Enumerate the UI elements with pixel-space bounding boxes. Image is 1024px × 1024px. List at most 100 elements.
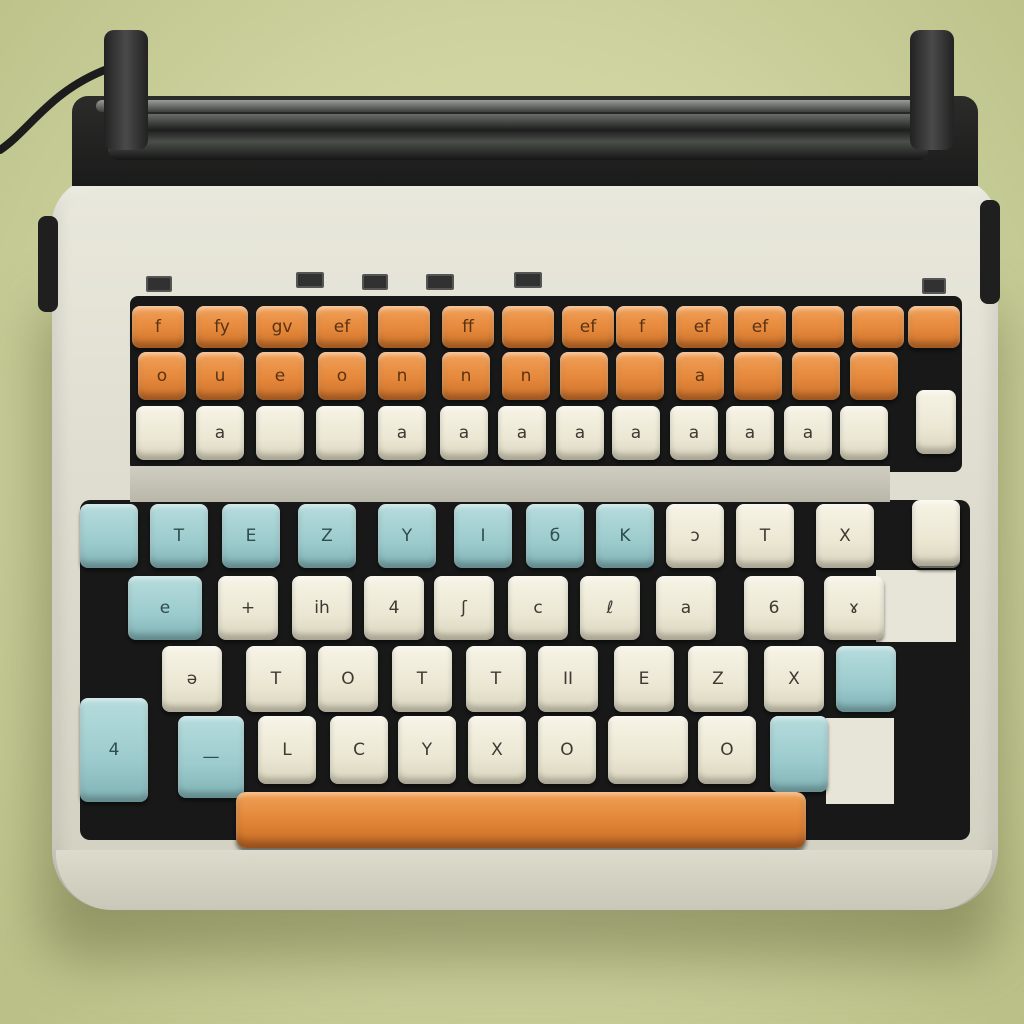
front-lip — [56, 850, 992, 910]
key-row3-10[interactable]: a — [726, 406, 774, 460]
key-row6-9[interactable] — [836, 646, 896, 712]
key-row6-1[interactable]: T — [246, 646, 306, 712]
key-row1-13[interactable] — [908, 306, 960, 348]
key-row2-0[interactable]: o — [138, 352, 186, 400]
key-row1-12[interactable] — [852, 306, 904, 348]
key-row6-4[interactable]: T — [466, 646, 526, 712]
key-row4-2[interactable]: E — [222, 504, 280, 568]
key-row4-9[interactable]: T — [736, 504, 794, 568]
key-row4-5[interactable]: I — [454, 504, 512, 568]
key-row5-5[interactable]: c — [508, 576, 568, 640]
key-row2-9[interactable]: a — [676, 352, 724, 400]
key-row5-8[interactable]: 6 — [744, 576, 804, 640]
key-row2-5[interactable]: n — [442, 352, 490, 400]
key-row4-1[interactable]: T — [150, 504, 208, 568]
key-row1-11[interactable] — [792, 306, 844, 348]
key-row4-7[interactable]: K — [596, 504, 654, 568]
indicator-slot — [146, 276, 172, 292]
key-row1-8[interactable]: f — [616, 306, 668, 348]
key-divider-panel — [130, 466, 890, 502]
key-row5-6[interactable]: ℓ — [580, 576, 640, 640]
key-row3-8[interactable]: a — [612, 406, 660, 460]
key-row6-5[interactable]: II — [538, 646, 598, 712]
key-row3-2[interactable] — [256, 406, 304, 460]
key-row1-5[interactable]: ff — [442, 306, 494, 348]
indicator-slot — [426, 274, 454, 290]
key-row5-2[interactable]: ih — [292, 576, 352, 640]
key-row7-4[interactable]: Y — [398, 716, 456, 784]
key-row1-7[interactable]: ef — [562, 306, 614, 348]
platen-knob-left[interactable] — [104, 30, 148, 150]
key-row2-7[interactable] — [560, 352, 608, 400]
key-row7-7[interactable] — [608, 716, 688, 784]
key-row2-3[interactable]: o — [318, 352, 366, 400]
key-row6-3[interactable]: T — [392, 646, 452, 712]
side-panel — [876, 570, 956, 642]
key-row1-0[interactable]: f — [132, 306, 184, 348]
key-row4-0[interactable] — [80, 504, 138, 568]
key-row5-0[interactable]: e — [128, 576, 202, 640]
key-row3-6[interactable]: a — [498, 406, 546, 460]
side-knob-left[interactable] — [38, 216, 58, 312]
key-row2-4[interactable]: n — [378, 352, 426, 400]
key-row1-3[interactable]: ef — [316, 306, 368, 348]
key-row5-3[interactable]: 4 — [364, 576, 424, 640]
key-row3-9[interactable]: a — [670, 406, 718, 460]
key-row4-8[interactable]: ɔ — [666, 504, 724, 568]
key-row4-4[interactable]: Y — [378, 504, 436, 568]
key-row7-6[interactable]: O — [538, 716, 596, 784]
key-row3-1[interactable]: a — [196, 406, 244, 460]
indicator-slot — [514, 272, 542, 288]
key-row1-4[interactable] — [378, 306, 430, 348]
key-row2-6[interactable]: n — [502, 352, 550, 400]
key-row3-4[interactable]: a — [378, 406, 426, 460]
key-row7-1[interactable]: — — [178, 716, 244, 798]
space-bar[interactable] — [236, 792, 806, 848]
key-side-1[interactable] — [912, 500, 960, 566]
key-row1-9[interactable]: ef — [676, 306, 728, 348]
key-row2-11[interactable] — [792, 352, 840, 400]
platen-roller[interactable] — [108, 114, 928, 160]
key-row1-10[interactable]: ef — [734, 306, 786, 348]
key-row1-1[interactable]: fy — [196, 306, 248, 348]
key-row2-2[interactable]: e — [256, 352, 304, 400]
key-row4-6[interactable]: б — [526, 504, 584, 568]
key-row6-8[interactable]: X — [764, 646, 824, 712]
key-row5-7[interactable]: a — [656, 576, 716, 640]
indicator-slot — [922, 278, 946, 294]
key-row3-12[interactable] — [840, 406, 888, 460]
key-row5-9[interactable]: ɤ — [824, 576, 884, 640]
key-row1-6[interactable] — [502, 306, 554, 348]
key-row2-12[interactable] — [850, 352, 898, 400]
key-row3-7[interactable]: a — [556, 406, 604, 460]
key-row7-8[interactable]: O — [698, 716, 756, 784]
key-row5-1[interactable]: + — [218, 576, 278, 640]
key-row3-3[interactable] — [316, 406, 364, 460]
key-row2-1[interactable]: u — [196, 352, 244, 400]
key-row6-6[interactable]: E — [614, 646, 674, 712]
key-row7-0[interactable]: 4 — [80, 698, 148, 802]
key-row3-5[interactable]: a — [440, 406, 488, 460]
indicator-slot — [362, 274, 388, 290]
key-side-0[interactable] — [916, 390, 956, 454]
key-row7-5[interactable]: X — [468, 716, 526, 784]
key-row7-3[interactable]: C — [330, 716, 388, 784]
key-row2-8[interactable] — [616, 352, 664, 400]
key-row4-10[interactable]: X — [816, 504, 874, 568]
platen-knob-right[interactable] — [910, 30, 954, 150]
key-row4-3[interactable]: Z — [298, 504, 356, 568]
side-panel — [826, 718, 894, 804]
side-knob-right[interactable] — [980, 200, 1000, 304]
key-row1-2[interactable]: gv — [256, 306, 308, 348]
indicator-slot — [296, 272, 324, 288]
key-row6-7[interactable]: Z — [688, 646, 748, 712]
key-row5-4[interactable]: ʃ — [434, 576, 494, 640]
key-row2-10[interactable] — [734, 352, 782, 400]
paper-rail — [96, 100, 946, 112]
key-row6-2[interactable]: O — [318, 646, 378, 712]
key-row7-9[interactable] — [770, 716, 828, 792]
key-row3-0[interactable] — [136, 406, 184, 460]
key-row6-0[interactable]: ə — [162, 646, 222, 712]
key-row3-11[interactable]: a — [784, 406, 832, 460]
key-row7-2[interactable]: L — [258, 716, 316, 784]
